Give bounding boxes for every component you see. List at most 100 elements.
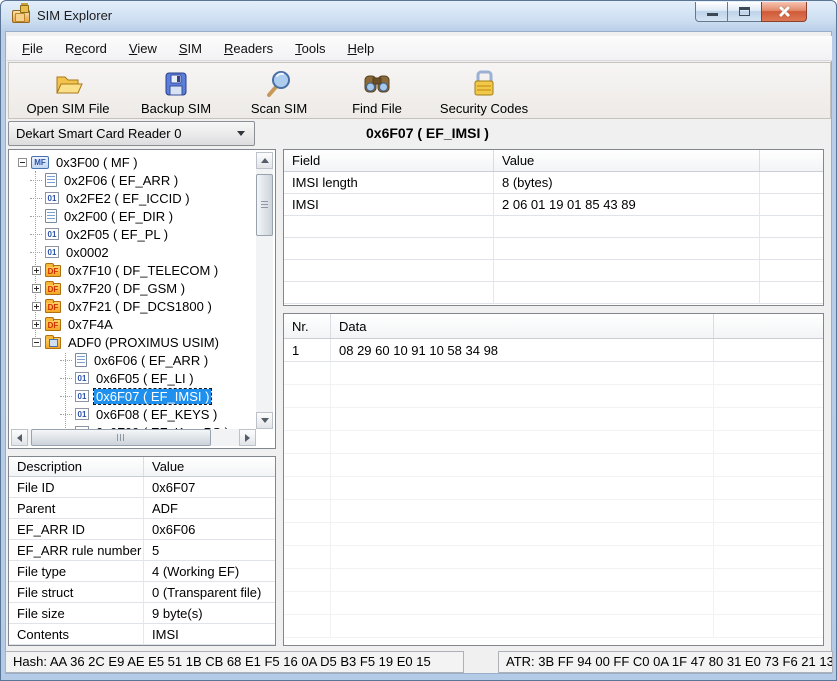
tree-vertical-scrollbar[interactable] <box>256 152 273 429</box>
tree-item-label: 0x6F08 ( EF_KEYS ) <box>94 407 219 422</box>
minimize-button[interactable] <box>695 2 728 22</box>
close-button[interactable] <box>761 2 807 22</box>
table-row[interactable]: IMSI length8 (bytes) <box>284 172 823 194</box>
maximize-button[interactable] <box>728 2 761 22</box>
arrow-right-icon <box>245 434 250 442</box>
tree-connector-slot <box>28 252 44 253</box>
tree-connector-slot <box>28 234 44 235</box>
toolbar-open-sim-file[interactable]: Open SIM File <box>13 68 123 116</box>
empty-row <box>284 282 823 304</box>
toolbar-scan-sim[interactable]: Scan SIM <box>229 68 329 116</box>
table-row[interactable]: IMSI2 06 01 19 01 85 43 89 <box>284 194 823 216</box>
column-header-value: Value <box>144 457 275 476</box>
expand-icon[interactable] <box>32 266 41 275</box>
menu-readers[interactable]: Readers <box>213 36 284 60</box>
title-bar[interactable]: SIM Explorer <box>1 1 836 31</box>
scroll-right-button[interactable] <box>239 429 256 446</box>
column-header-empty <box>760 150 823 171</box>
empty-row <box>284 546 823 569</box>
file-properties-table: DescriptionValueFile ID0x6F07ParentADFEF… <box>8 456 276 646</box>
adf-folder-icon <box>45 337 61 349</box>
toolbar-label: Open SIM File <box>26 101 109 116</box>
tree-item-0x7f4a[interactable]: DF0x7F4A <box>10 315 256 333</box>
ef-document-icon <box>75 353 87 367</box>
tree-item-0x6f07[interactable]: 010x6F07 ( EF_IMSI ) <box>10 387 256 405</box>
tree-connector <box>30 216 42 217</box>
table-cell <box>760 194 823 216</box>
table-row[interactable]: ParentADF <box>9 498 275 519</box>
table-row[interactable]: EF_ARR rule number5 <box>9 540 275 561</box>
window-controls <box>695 2 807 22</box>
table-row[interactable]: ContentsIMSI <box>9 624 275 645</box>
tree-item-label: 0x2F06 ( EF_ARR ) <box>62 173 180 188</box>
table-row[interactable]: 108 29 60 10 91 10 58 34 98 <box>284 339 823 362</box>
tree-connector <box>30 198 42 199</box>
table-row[interactable]: File struct0 (Transparent file) <box>9 582 275 603</box>
tree-connector-slot <box>28 216 44 217</box>
tree-item-0x2f00[interactable]: 0x2F00 ( EF_DIR ) <box>10 207 256 225</box>
table-cell: IMSI <box>284 194 494 216</box>
table-cell: File struct <box>9 582 144 603</box>
menu-sim[interactable]: SIM <box>168 36 213 60</box>
collapse-icon[interactable] <box>32 338 41 347</box>
tree-horizontal-scrollbar[interactable] <box>11 429 256 446</box>
tree-item-0x2fe2[interactable]: 010x2FE2 ( EF_ICCID ) <box>10 189 256 207</box>
scroll-left-button[interactable] <box>11 429 28 446</box>
menu-view[interactable]: View <box>118 36 168 60</box>
arrow-left-icon <box>17 434 22 442</box>
menu-tools[interactable]: Tools <box>284 36 336 60</box>
expand-icon[interactable] <box>32 302 41 311</box>
ef-binary-icon: 01 <box>75 408 89 420</box>
column-header-empty <box>714 314 823 338</box>
table-cell: 0x6F07 <box>144 477 275 498</box>
tree-connector-slot <box>58 414 74 415</box>
table-row[interactable]: File size9 byte(s) <box>9 603 275 624</box>
tree-item-0x7f10[interactable]: DF0x7F10 ( DF_TELECOM ) <box>10 261 256 279</box>
table-cell <box>714 339 823 362</box>
expand-icon[interactable] <box>32 284 41 293</box>
reader-select[interactable]: Dekart Smart Card Reader 0 <box>8 121 255 146</box>
tree-item-0x7f20[interactable]: DF0x7F20 ( DF_GSM ) <box>10 279 256 297</box>
toolbar-label: Scan SIM <box>251 101 307 116</box>
table-cell: File ID <box>9 477 144 498</box>
table-row[interactable]: EF_ARR ID0x6F06 <box>9 519 275 540</box>
tree-item-0x7f21[interactable]: DF0x7F21 ( DF_DCS1800 ) <box>10 297 256 315</box>
table-cell: 5 <box>144 540 275 561</box>
collapse-icon[interactable] <box>18 158 27 167</box>
menu-help[interactable]: Help <box>336 36 385 60</box>
df-folder-icon: DF <box>45 265 61 277</box>
tree-item-adf0[interactable]: ADF0 (PROXIMUS USIM) <box>10 333 256 351</box>
tree-connector-slot <box>28 180 44 181</box>
table-cell: Contents <box>9 624 144 645</box>
menu-record[interactable]: Record <box>54 36 118 60</box>
tree-item-0x0002[interactable]: 010x0002 <box>10 243 256 261</box>
horizontal-scroll-thumb[interactable] <box>31 429 211 446</box>
toolbar-backup-sim[interactable]: Backup SIM <box>123 68 229 116</box>
menu-file[interactable]: File <box>11 36 54 60</box>
toolbar-label: Backup SIM <box>141 101 211 116</box>
tree-connector <box>60 360 72 361</box>
tree-item-0x2f06[interactable]: 0x2F06 ( EF_ARR ) <box>10 171 256 189</box>
tree-item-0x3f00[interactable]: MF0x3F00 ( MF ) <box>10 153 256 171</box>
window-title: SIM Explorer <box>37 8 112 23</box>
toolbar-security-codes[interactable]: Security Codes <box>425 68 543 116</box>
tree-connector-slot <box>58 396 74 397</box>
empty-row <box>284 592 823 615</box>
table-row[interactable]: File ID0x6F07 <box>9 477 275 498</box>
vertical-scroll-thumb[interactable] <box>256 174 273 236</box>
tree-item-0x6f06[interactable]: 0x6F06 ( EF_ARR ) <box>10 351 256 369</box>
table-row[interactable]: File type4 (Working EF) <box>9 561 275 582</box>
scroll-up-button[interactable] <box>256 152 273 169</box>
tree-item-0x6f05[interactable]: 010x6F05 ( EF_LI ) <box>10 369 256 387</box>
ef-binary-icon: 01 <box>75 372 89 384</box>
scroll-down-button[interactable] <box>256 412 273 429</box>
empty-row <box>284 238 823 260</box>
expand-icon[interactable] <box>32 320 41 329</box>
toolbar-label: Security Codes <box>440 101 528 116</box>
tree-item-0x2f05[interactable]: 010x2F05 ( EF_PL ) <box>10 225 256 243</box>
tree-item-0x6f08[interactable]: 01 0x6F08 ( EF_KEYS ) <box>10 405 256 423</box>
column-header-nr: Nr. <box>284 314 331 338</box>
mf-folder-icon: MF <box>31 156 49 169</box>
toolbar-find-file[interactable]: Find File <box>329 68 425 116</box>
ef-binary-icon: 01 <box>45 228 59 240</box>
